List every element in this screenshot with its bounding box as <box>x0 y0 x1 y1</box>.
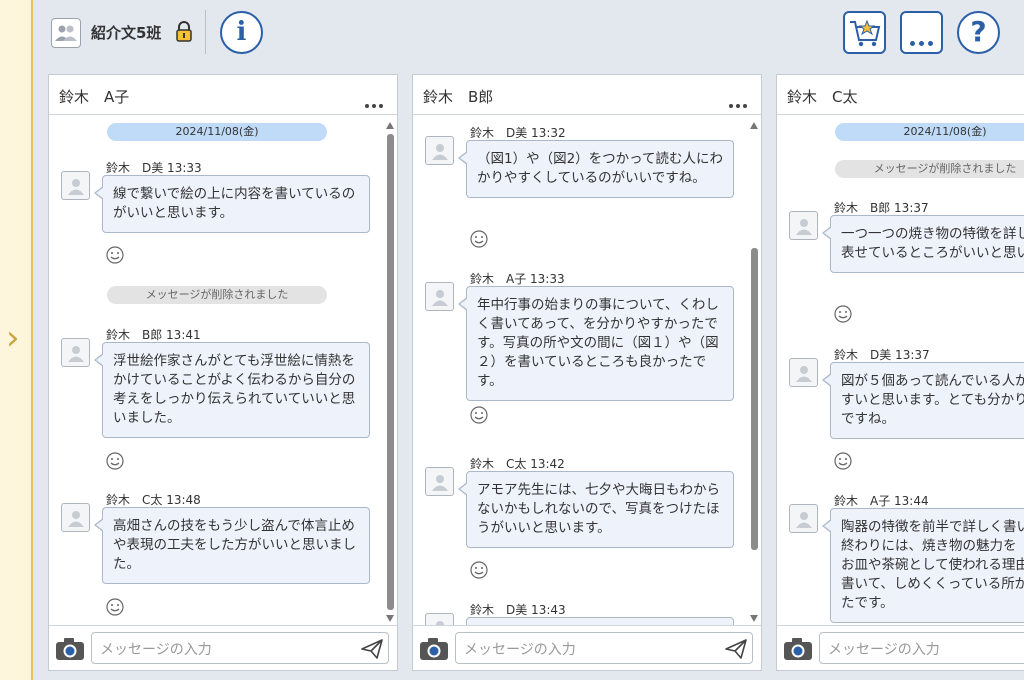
message-list[interactable]: 鈴木 D美 13:32 （図1）や（図2）をつかって読む人にわかりやすくしている… <box>413 116 761 626</box>
help-icon: ? <box>970 15 987 48</box>
message-bubble[interactable]: 一つ一つの焼き物の特徴を詳しく簡潔に表せているところがいいと思いました。 <box>822 215 1024 273</box>
toolbar-divider <box>205 10 206 54</box>
message-bubble[interactable]: アモア先生には、七夕や大晦日もわからないかもしれないので、写真をつけたほうがいい… <box>458 471 734 548</box>
message-composer: メッセージの入力 <box>413 625 761 670</box>
reaction-smile-icon[interactable] <box>470 561 488 579</box>
info-icon: i <box>236 17 247 47</box>
column-header: 鈴木 A子 <box>49 75 397 115</box>
chevron-right-icon: › <box>6 318 20 358</box>
message-sender: 鈴木 D美 13:33 <box>106 161 202 175</box>
column-header: 鈴木 C太 <box>777 75 1024 115</box>
message-sender: 鈴木 C太 13:48 <box>106 493 201 507</box>
camera-icon[interactable] <box>783 636 813 662</box>
reaction-smile-icon[interactable] <box>106 246 124 264</box>
message-sender: 鈴木 D美 13:43 <box>470 603 566 617</box>
help-button[interactable]: ? <box>957 11 1000 54</box>
date-separator: 2024/11/08(金) <box>835 123 1024 141</box>
message-bubble[interactable]: 年中行事の始まりの事について、くわしく書いてあって、を分かりやすかったです。写真… <box>458 286 734 401</box>
scroll-thumb[interactable] <box>751 248 758 550</box>
reaction-smile-icon[interactable] <box>470 230 488 248</box>
column-title: 鈴木 C太 <box>787 88 858 106</box>
avatar <box>789 358 818 387</box>
cart-button[interactable] <box>843 11 886 54</box>
message-input[interactable]: メッセージの入力 <box>819 632 1024 664</box>
message-sender: 鈴木 D美 13:37 <box>834 348 930 362</box>
info-button[interactable]: i <box>220 11 263 54</box>
chat-column: 鈴木 B郎 鈴木 D美 13:32 （図1）や（図2）をつかって読む人にわかりや… <box>412 74 762 671</box>
message-sender: 鈴木 A子 13:33 <box>470 272 565 286</box>
avatar <box>425 467 454 496</box>
message-sender: 鈴木 B郎 13:41 <box>106 328 201 342</box>
send-icon[interactable] <box>725 639 747 659</box>
avatar <box>789 504 818 533</box>
reaction-smile-icon[interactable] <box>470 406 488 424</box>
reaction-smile-icon[interactable] <box>106 598 124 616</box>
message-bubble[interactable]: （図1）や（図2）をつかって読む人にわかりやすくしているのがいいですね。 <box>458 140 734 198</box>
top-toolbar: 紹介文5班 i ? <box>35 0 1024 66</box>
sidebar-toggle[interactable]: › <box>0 0 33 680</box>
message-composer: メッセージの入力 <box>777 625 1024 670</box>
message-list[interactable]: 2024/11/08(金) 鈴木 D美 13:33 線で繋いで絵の上に内容を書い… <box>49 116 397 626</box>
room-title: 紹介文5班 <box>91 24 162 42</box>
deleted-message-notice: メッセージが削除されました <box>107 286 327 304</box>
message-sender: 鈴木 B郎 13:37 <box>834 201 929 215</box>
date-separator: 2024/11/08(金) <box>107 123 327 141</box>
chat-column: 鈴木 A子 2024/11/08(金) 鈴木 D美 13:33 線で繋いで絵の上… <box>48 74 398 671</box>
avatar <box>425 282 454 311</box>
column-title: 鈴木 B郎 <box>423 88 494 106</box>
avatar <box>61 171 90 200</box>
message-composer: メッセージの入力 <box>49 625 397 670</box>
send-icon[interactable] <box>361 639 383 659</box>
scroll-down-arrow[interactable] <box>750 615 758 622</box>
chat-column: 鈴木 C太 2024/11/08(金) メッセージが削除されました 鈴木 B郎 … <box>776 74 1024 671</box>
column-menu-icon[interactable] <box>362 93 383 112</box>
camera-icon[interactable] <box>55 636 85 662</box>
lock-icon <box>175 21 193 47</box>
avatar <box>61 503 90 532</box>
column-header: 鈴木 B郎 <box>413 75 761 115</box>
deleted-message-notice: メッセージが削除されました <box>835 160 1024 178</box>
scroll-up-arrow[interactable] <box>386 122 394 129</box>
message-list[interactable]: 2024/11/08(金) メッセージが削除されました 鈴木 B郎 13:37 … <box>777 116 1024 626</box>
message-sender: 鈴木 A子 13:44 <box>834 494 929 508</box>
scrollbar[interactable] <box>386 122 394 622</box>
column-title: 鈴木 A子 <box>59 88 130 106</box>
message-bubble[interactable]: 図が５個あって読んでいる人が分かりやすいと思います。とても分かりやすい文ですね。 <box>822 362 1024 439</box>
message-sender: 鈴木 C太 13:42 <box>470 457 565 471</box>
camera-icon[interactable] <box>419 636 449 662</box>
avatar <box>789 211 818 240</box>
scroll-thumb[interactable] <box>387 134 394 610</box>
column-menu-icon[interactable] <box>726 93 747 112</box>
more-icon <box>910 31 937 50</box>
message-bubble[interactable]: 陶器の特徴を前半で詳しく書いていて、終わりには、焼き物の魅力を「焼き物がお皿や茶… <box>822 508 1024 623</box>
message-sender: 鈴木 D美 13:32 <box>470 126 566 140</box>
message-input[interactable]: メッセージの入力 <box>455 632 753 664</box>
scroll-up-arrow[interactable] <box>750 122 758 129</box>
avatar <box>61 338 90 367</box>
more-button[interactable] <box>900 11 943 54</box>
avatar <box>425 136 454 165</box>
message-input[interactable]: メッセージの入力 <box>91 632 389 664</box>
scrollbar[interactable] <box>750 122 758 622</box>
reaction-smile-icon[interactable] <box>834 305 852 323</box>
scroll-down-arrow[interactable] <box>386 615 394 622</box>
reaction-smile-icon[interactable] <box>834 452 852 470</box>
message-bubble[interactable]: 線で繋いで絵の上に内容を書いているのがいいと思います。 <box>94 175 370 233</box>
message-bubble[interactable]: 浮世絵作家さんがとても浮世絵に情熱をかけていることがよく伝わるから自分の考えをし… <box>94 342 370 438</box>
message-bubble[interactable]: 高畑さんの技をもう少し盗んで体言止めや表現の工夫をした方がいいと思いました。 <box>94 507 370 584</box>
group-icon <box>51 18 81 48</box>
reaction-smile-icon[interactable] <box>106 452 124 470</box>
cart-star-icon <box>850 19 881 47</box>
